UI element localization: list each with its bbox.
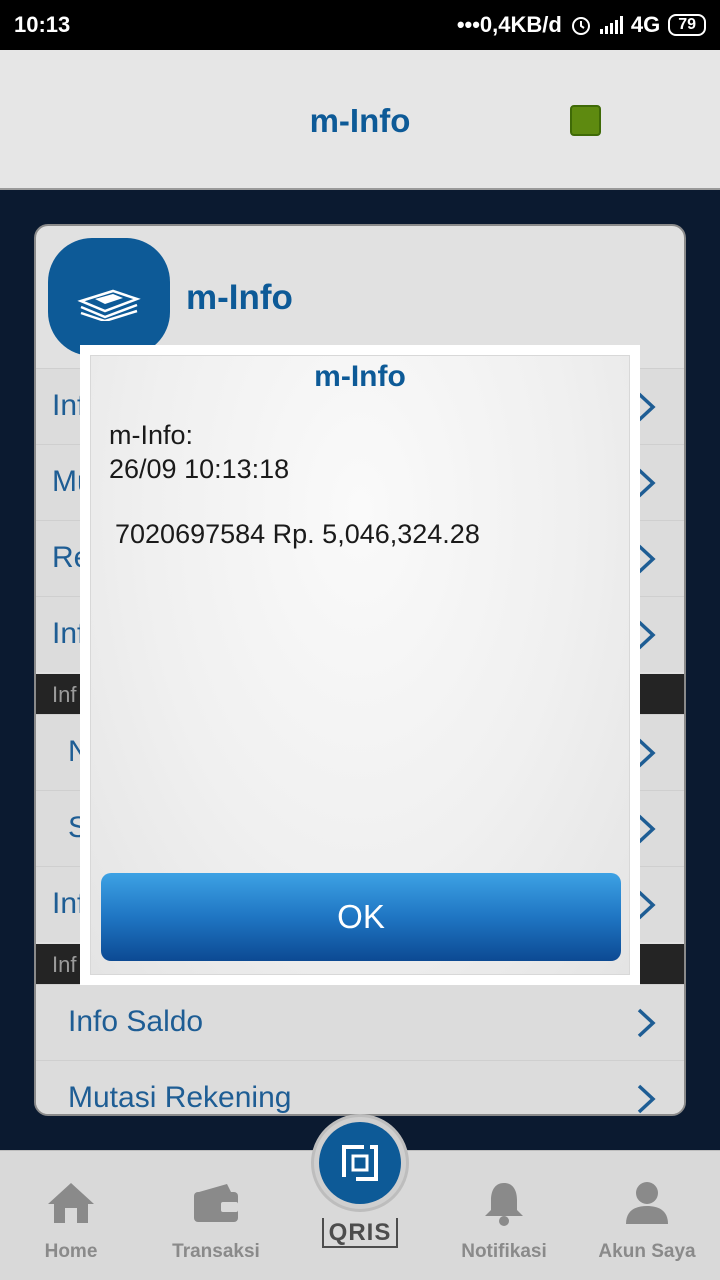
minfo-logo — [48, 238, 170, 356]
menu-row-label: Info Saldo — [68, 1005, 204, 1038]
money-stack-icon — [77, 289, 141, 321]
status-time: 10:13 — [14, 12, 71, 37]
nav-transaksi-label: Transaksi — [172, 1241, 260, 1262]
nav-notifikasi-label: Notifikasi — [461, 1241, 547, 1262]
nav-akun-saya[interactable]: Akun Saya — [587, 1177, 707, 1263]
nav-akun-label: Akun Saya — [598, 1241, 696, 1262]
chevron-right-icon — [637, 1084, 656, 1114]
status-bar: 10:13 •••0,4KB/d 4G 79 — [0, 0, 720, 50]
minfo-dialog: m-Info m-Info: 26/09 10:13:18 7020697584… — [80, 345, 640, 985]
qris-scan-icon — [342, 1145, 378, 1181]
dialog-balance: 7020697584 Rp. 5,046,324.28 — [115, 519, 480, 549]
menu-row-mutasi-rekening[interactable]: Mutasi Rekening — [36, 1060, 684, 1114]
dialog-timestamp: 26/09 10:13:18 — [109, 454, 290, 484]
nav-transaksi[interactable]: Transaksi — [156, 1177, 276, 1263]
qris-label: QRIS — [322, 1218, 398, 1248]
dialog-message-label: m-Info: — [109, 420, 194, 450]
qris-button[interactable] — [311, 1114, 409, 1212]
user-icon — [626, 1182, 668, 1224]
dialog-title: m-Info — [314, 360, 406, 393]
section-header-label: Inf — [52, 952, 77, 977]
dialog-body: m-Info m-Info: 26/09 10:13:18 7020697584… — [90, 355, 630, 975]
home-icon — [48, 1183, 94, 1223]
menu-row-info-saldo[interactable]: Info Saldo — [36, 984, 684, 1060]
bell-icon — [485, 1183, 523, 1226]
app-header: m-Info — [0, 50, 720, 190]
alarm-icon — [571, 17, 590, 35]
card-title: m-Info — [186, 278, 293, 317]
battery-icon: 79 — [668, 14, 706, 36]
network-speed: •••0,4KB/d — [456, 12, 562, 37]
menu-row-label: Mutasi Rekening — [68, 1081, 292, 1114]
connection-status-indicator — [570, 105, 601, 136]
section-header-label: Inf — [52, 682, 77, 707]
nav-notifikasi[interactable]: Notifikasi — [444, 1177, 564, 1263]
nav-home[interactable]: Home — [11, 1177, 131, 1263]
status-indicators: •••0,4KB/d 4G 79 — [457, 12, 706, 38]
ok-button[interactable]: OK — [101, 873, 621, 961]
network-type: 4G — [630, 12, 661, 37]
signal-icon — [599, 16, 623, 34]
page-title: m-Info — [309, 102, 411, 139]
nav-home-label: Home — [44, 1241, 98, 1262]
qris-badge — [319, 1122, 401, 1204]
chevron-right-icon — [637, 1008, 656, 1038]
wallet-icon — [194, 1184, 238, 1222]
